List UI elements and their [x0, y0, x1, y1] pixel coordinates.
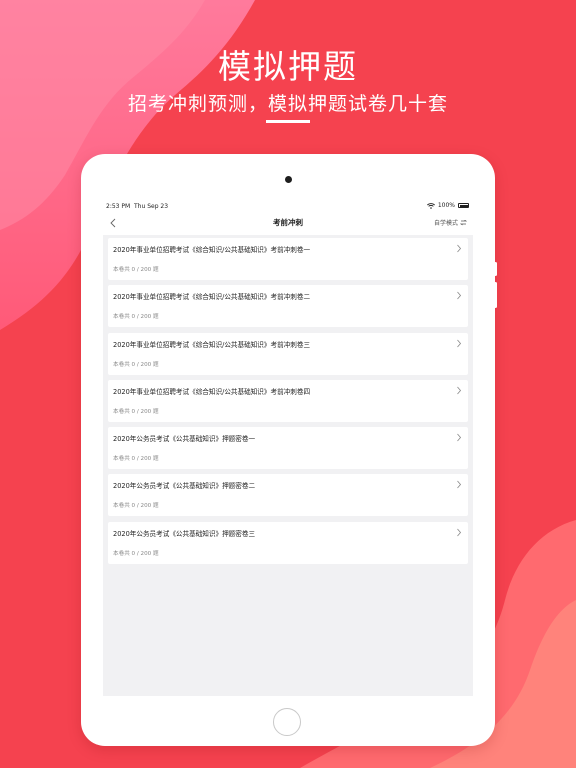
paper-card[interactable]: 2020年事业单位招聘考试《综合知识/公共基础知识》考前冲刺卷一 本卷共 0 /… [108, 238, 468, 280]
paper-title: 2020年公务员考试《公共基础知识》押题密卷一 [113, 435, 256, 444]
paper-count: 本卷共 0 / 200 题 [113, 408, 159, 415]
paper-title: 2020年事业单位招聘考试《综合知识/公共基础知识》考前冲刺卷二 [113, 293, 311, 302]
wifi-icon [426, 202, 435, 209]
promo-title: 模拟押题 [218, 47, 358, 86]
battery-icon [458, 203, 469, 208]
paper-card[interactable]: 2020年事业单位招聘考试《综合知识/公共基础知识》考前冲刺卷二 本卷共 0 /… [108, 285, 468, 328]
chevron-right-icon [457, 292, 462, 300]
status-right: 100% [426, 202, 469, 209]
status-time-text: 2:53 PM [106, 203, 131, 210]
paper-card[interactable]: 2020年事业单位招聘考试《综合知识/公共基础知识》考前冲刺卷四 本卷共 0 /… [108, 379, 468, 422]
paper-count: 本卷共 0 / 200 题 [113, 361, 159, 368]
status-bar: 2:53 PM Thu Sep 23 100% [103, 199, 473, 213]
paper-title: 2020年公务员考试《公共基础知识》押题密卷二 [113, 482, 256, 491]
paper-count: 本卷共 0 / 200 题 [113, 314, 159, 321]
paper-title: 2020年事业单位招聘考试《综合知识/公共基础知识》考前冲刺卷三 [113, 340, 311, 349]
nav-title: 考前冲刺 [273, 218, 303, 227]
study-mode-label: 自学模式 [433, 220, 458, 227]
paper-card[interactable]: 2020年事业单位招聘考试《综合知识/公共基础知识》考前冲刺卷三 本卷共 0 /… [108, 332, 468, 375]
paper-count: 本卷共 0 / 200 题 [113, 550, 159, 557]
paper-count: 本卷共 0 / 200 题 [113, 267, 159, 273]
chevron-right-icon [457, 528, 462, 537]
chevron-right-icon [457, 244, 462, 253]
paper-card[interactable]: 2020年公务员考试《公共基础知识》押题密卷二 本卷共 0 / 200 题 [108, 474, 468, 517]
promo-divider [266, 120, 310, 123]
paper-card[interactable]: 2020年公务员考试《公共基础知识》押题密卷一 本卷共 0 / 200 题 [108, 427, 468, 470]
paper-count: 本卷共 0 / 200 题 [113, 456, 159, 463]
chevron-right-icon [457, 339, 462, 347]
nav-bar: 考前冲刺 自学模式 [103, 213, 473, 235]
paper-title: 2020年公务员考试《公共基础知识》押题密卷三 [113, 529, 256, 538]
switch-arrows-icon [460, 219, 467, 225]
paper-card[interactable]: 2020年公务员考试《公共基础知识》押题密卷三 本卷共 0 / 200 题 [108, 521, 468, 564]
paper-title: 2020年事业单位招聘考试《综合知识/公共基础知识》考前冲刺卷一 [113, 246, 311, 254]
chevron-right-icon [457, 386, 462, 395]
status-date-text: Thu Sep 23 [134, 203, 169, 210]
promo-subtitle: 招考冲刺预测，模拟押题试卷几十套 [127, 93, 448, 115]
paper-title: 2020年事业单位招聘考试《综合知识/公共基础知识》考前冲刺卷四 [113, 387, 311, 396]
paper-list: 2020年事业单位招聘考试《综合知识/公共基础知识》考前冲刺卷一 本卷共 0 /… [108, 238, 468, 569]
chevron-right-icon [457, 481, 462, 489]
chevron-right-icon [457, 433, 462, 442]
tablet-volume-button [494, 282, 497, 308]
paper-count: 本卷共 0 / 200 题 [113, 503, 159, 510]
tablet-camera [285, 176, 292, 183]
tablet-home-button [273, 708, 301, 736]
app-screen: 2:53 PM Thu Sep 23 100% 考前冲刺 自学模式 2020年事… [103, 199, 473, 696]
status-time: 2:53 PM Thu Sep 23 [106, 203, 168, 210]
study-mode-toggle[interactable]: 自学模式 [434, 218, 467, 227]
tablet-volume-button [494, 262, 497, 276]
battery-percent: 100% [437, 202, 455, 209]
